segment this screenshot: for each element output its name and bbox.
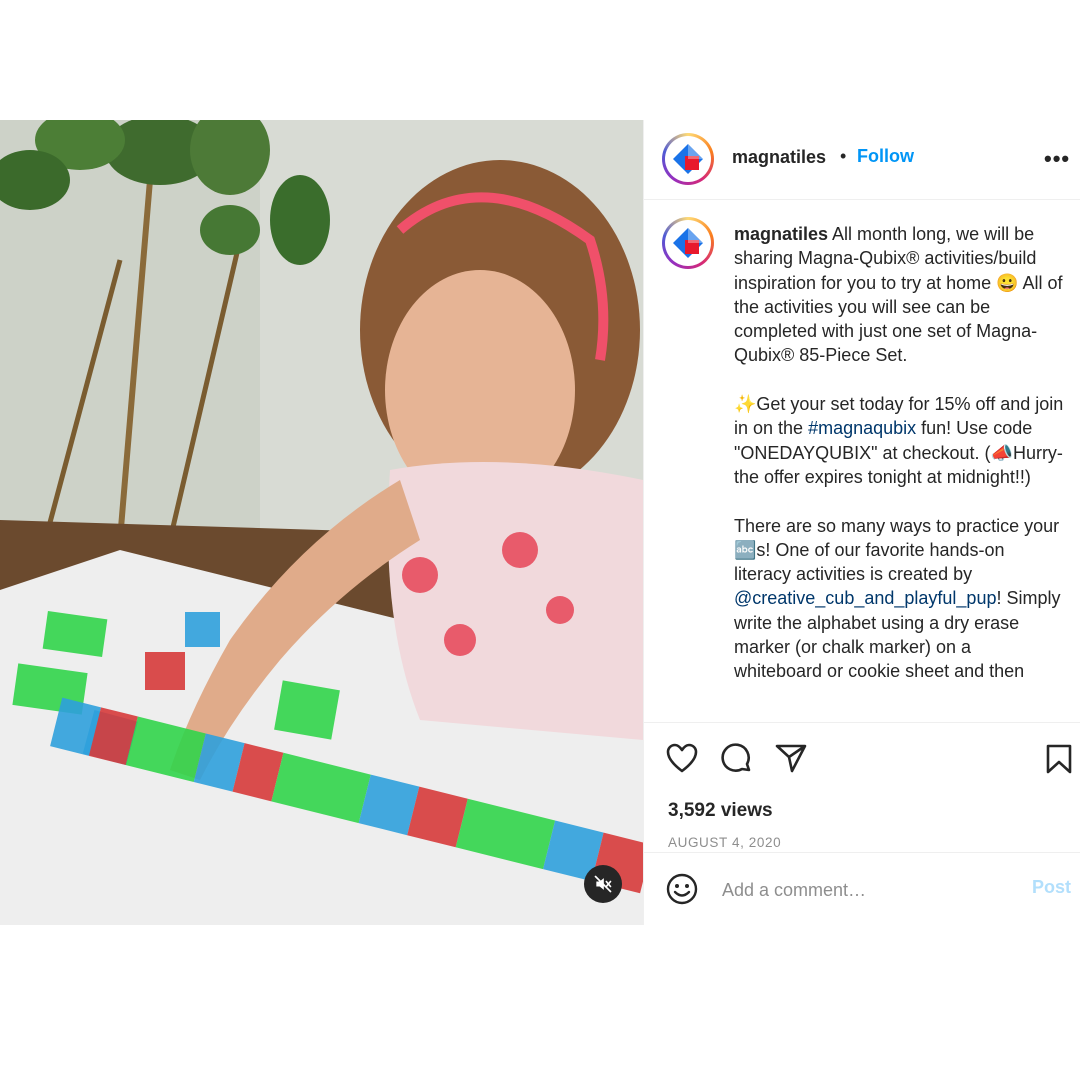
instagram-post: magnatiles • Follow ••• magnatiles All m…	[0, 120, 1080, 925]
caption-username[interactable]: magnatiles	[734, 224, 828, 244]
post-header: magnatiles • Follow •••	[644, 120, 1080, 200]
follow-button[interactable]: Follow	[857, 146, 914, 167]
more-options-icon[interactable]: •••	[1044, 146, 1070, 172]
comment-bar: Post	[644, 852, 1080, 925]
comment-input[interactable]	[720, 875, 1014, 905]
separator-dot: •	[840, 146, 847, 166]
hashtag-link[interactable]: #magnaqubix	[808, 418, 916, 438]
caption-scroll[interactable]: magnatiles All month long, we will be sh…	[644, 200, 1080, 723]
action-bar	[644, 723, 1080, 793]
send-icon[interactable]	[775, 743, 807, 778]
video-frame	[0, 120, 643, 925]
avatar[interactable]	[662, 133, 714, 185]
bookmark-icon[interactable]	[1045, 743, 1073, 780]
post-sidebar: magnatiles • Follow ••• magnatiles All m…	[643, 120, 1080, 925]
caption-paragraph-3a: There are so many ways to practice your …	[734, 515, 1060, 585]
post-video[interactable]	[0, 120, 643, 925]
mention-link[interactable]: @creative_cub_and_playful_pup	[734, 588, 996, 608]
header-username[interactable]: magnatiles	[732, 147, 826, 168]
caption-paragraph-1: All month long, we will be sharing Magna…	[734, 224, 1063, 366]
post-comment-button[interactable]: Post	[1032, 877, 1071, 898]
post-caption: magnatiles All month long, we will be sh…	[734, 222, 1064, 708]
avatar-inner	[665, 136, 711, 182]
mute-toggle-button[interactable]	[584, 865, 622, 903]
magnatiles-logo-icon	[673, 228, 703, 258]
avatar-inner	[665, 220, 711, 266]
comment-icon[interactable]	[721, 743, 753, 780]
magnatiles-logo-icon	[673, 144, 703, 174]
emoji-icon[interactable]	[666, 873, 698, 910]
heart-icon[interactable]	[666, 743, 698, 778]
speaker-muted-icon	[594, 875, 612, 893]
view-count[interactable]: 3,592 views	[668, 800, 773, 822]
caption-avatar[interactable]	[662, 217, 714, 269]
post-date[interactable]: AUGUST 4, 2020	[668, 835, 781, 850]
